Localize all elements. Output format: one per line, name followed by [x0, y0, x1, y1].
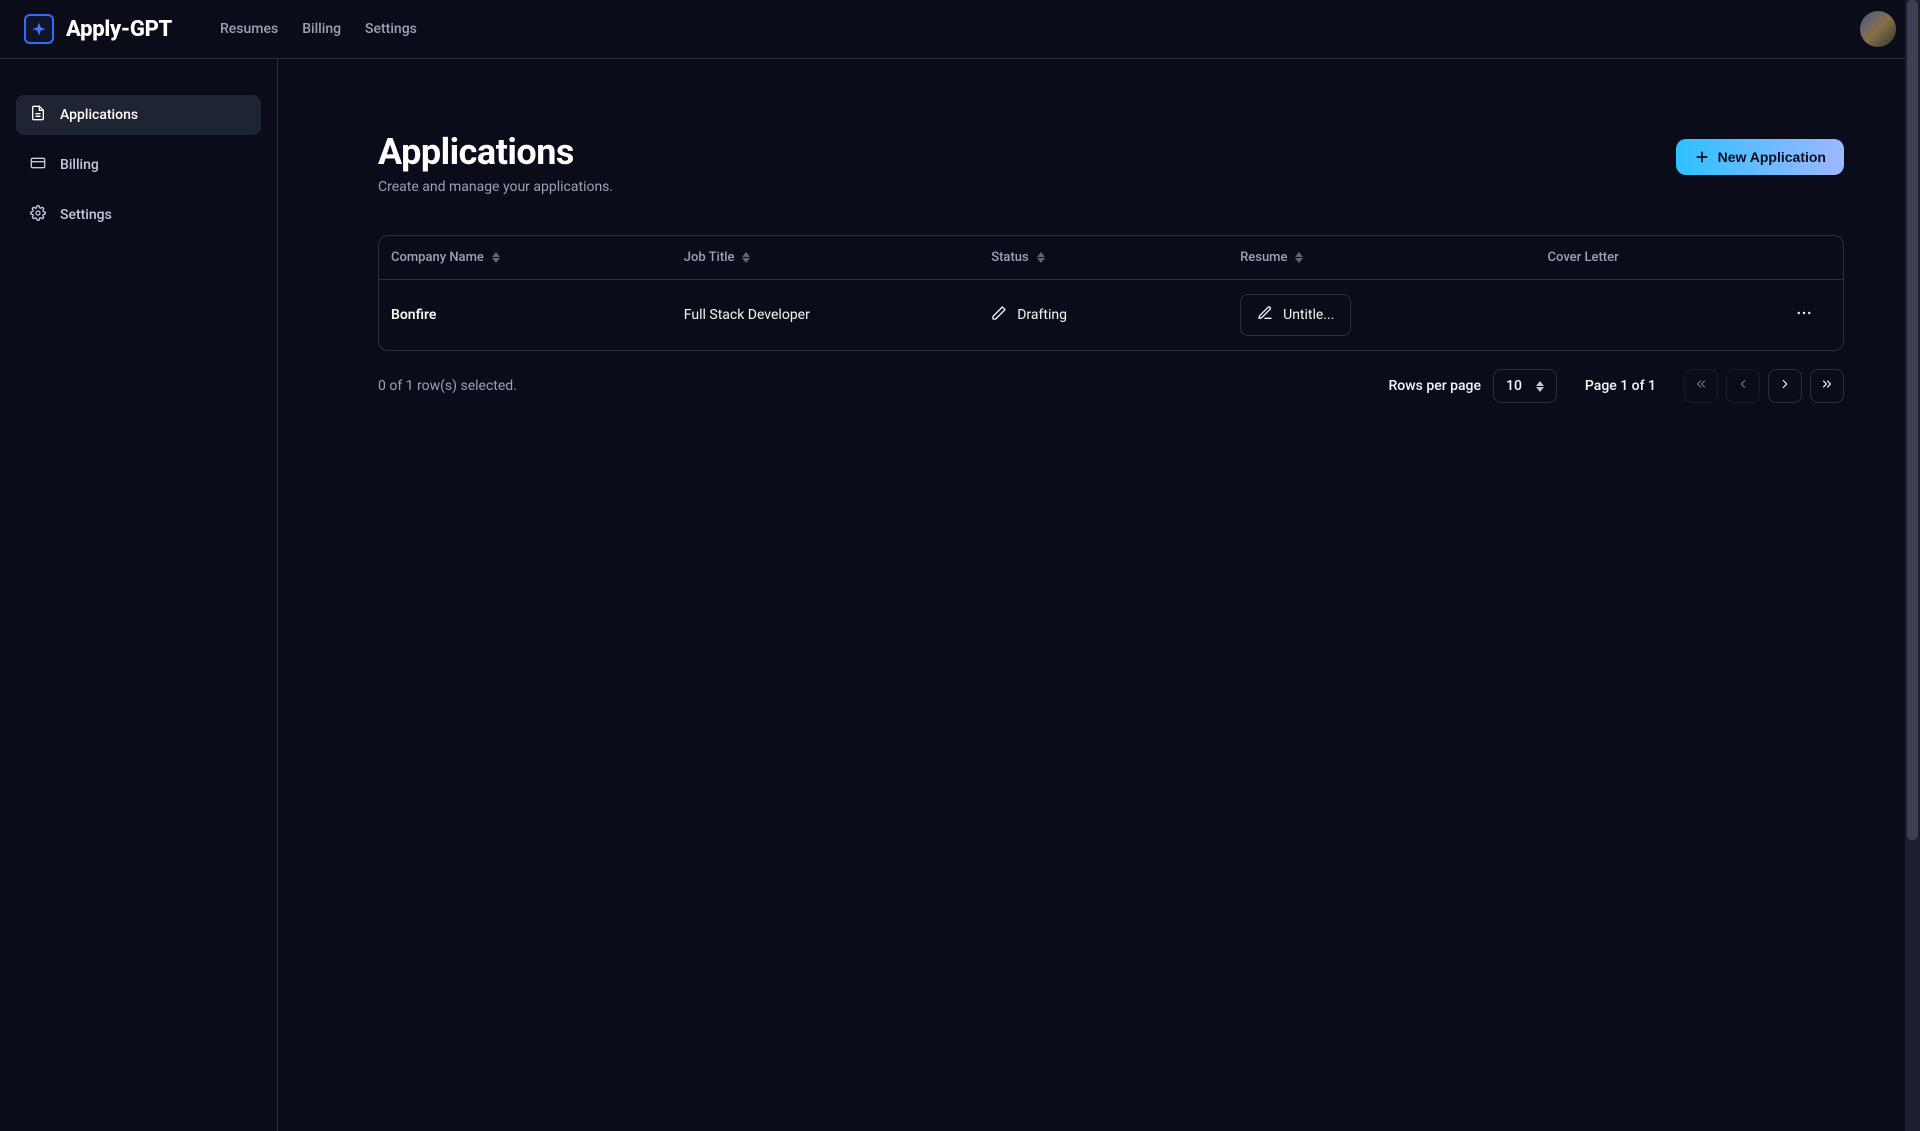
nav-link-billing[interactable]: Billing	[302, 21, 341, 37]
table-row[interactable]: Bonfire Full Stack Developer	[379, 280, 1843, 351]
cell-job-title: Full Stack Developer	[684, 307, 810, 323]
sidebar-item-settings[interactable]: Settings	[16, 195, 261, 235]
credit-card-icon	[30, 155, 46, 175]
cell-status: Drafting	[991, 305, 1067, 325]
rows-per-page: Rows per page 10	[1389, 369, 1557, 403]
pager-first-button[interactable]	[1684, 369, 1718, 403]
sort-icon	[1037, 252, 1045, 263]
top-nav: Apply-GPT Resumes Billing Settings	[0, 0, 1920, 59]
rows-per-page-value: 10	[1506, 378, 1522, 394]
status-label: Drafting	[1017, 307, 1067, 323]
column-header-label: Cover Letter	[1548, 250, 1619, 265]
nav-link-resumes[interactable]: Resumes	[220, 21, 278, 37]
pager-next-button[interactable]	[1768, 369, 1802, 403]
page-header: Applications Create and manage your appl…	[378, 131, 1844, 195]
pager	[1684, 369, 1844, 403]
column-header-resume[interactable]: Resume	[1240, 250, 1303, 265]
pager-last-button[interactable]	[1810, 369, 1844, 403]
scrollbar-track[interactable]	[1905, 0, 1920, 1131]
sidebar-item-applications[interactable]: Applications	[16, 95, 261, 135]
rows-per-page-select[interactable]: 10	[1493, 369, 1557, 403]
gear-icon	[30, 205, 46, 225]
rows-per-page-label: Rows per page	[1389, 378, 1481, 394]
chevron-left-icon	[1736, 377, 1750, 395]
resume-label: Untitle...	[1283, 307, 1334, 323]
page-subtitle: Create and manage your applications.	[378, 179, 613, 195]
column-header-label: Status	[991, 250, 1028, 265]
pager-prev-button[interactable]	[1726, 369, 1760, 403]
page-title: Applications	[378, 131, 613, 173]
nav-link-settings[interactable]: Settings	[365, 21, 417, 37]
avatar[interactable]	[1860, 11, 1896, 47]
new-application-button[interactable]: New Application	[1676, 139, 1844, 175]
plus-icon	[1694, 149, 1710, 165]
scrollbar-thumb[interactable]	[1907, 0, 1918, 840]
layout: Applications Billing Settings	[0, 59, 1920, 1131]
sidebar-item-label: Applications	[60, 107, 138, 123]
chevrons-right-icon	[1820, 377, 1834, 395]
brand[interactable]: Apply-GPT	[24, 14, 172, 44]
cell-company: Bonfire	[391, 307, 436, 323]
sidebar-item-billing[interactable]: Billing	[16, 145, 261, 185]
table-footer: 0 of 1 row(s) selected. Rows per page 10…	[378, 369, 1844, 403]
footer-right: Rows per page 10 Page 1 of 1	[1389, 369, 1845, 403]
top-nav-left: Apply-GPT Resumes Billing Settings	[24, 14, 417, 44]
column-header-cover-letter: Cover Letter	[1548, 250, 1619, 265]
pencil-icon	[991, 305, 1007, 325]
more-horizontal-icon	[1795, 304, 1813, 326]
sort-icon	[742, 252, 750, 263]
sort-icon	[1295, 252, 1303, 263]
brand-name: Apply-GPT	[66, 17, 172, 42]
sidebar-item-label: Billing	[60, 157, 99, 173]
column-header-company[interactable]: Company Name	[391, 250, 500, 265]
chevron-right-icon	[1778, 377, 1792, 395]
selection-info: 0 of 1 row(s) selected.	[378, 378, 517, 394]
new-application-label: New Application	[1718, 149, 1826, 165]
file-text-icon	[30, 105, 46, 125]
column-header-label: Resume	[1240, 250, 1287, 265]
sort-icon	[492, 252, 500, 263]
row-more-button[interactable]	[1795, 304, 1813, 326]
document-edit-icon	[1257, 305, 1273, 325]
page-heading-block: Applications Create and manage your appl…	[378, 131, 613, 195]
column-header-job-title[interactable]: Job Title	[684, 250, 751, 265]
page-info: Page 1 of 1	[1585, 378, 1656, 394]
main: Applications Create and manage your appl…	[278, 59, 1920, 1131]
chevrons-left-icon	[1694, 377, 1708, 395]
select-caret-icon	[1536, 381, 1544, 392]
sidebar: Applications Billing Settings	[0, 59, 278, 1131]
brand-logo-icon	[24, 14, 54, 44]
sidebar-item-label: Settings	[60, 207, 112, 223]
column-header-label: Job Title	[684, 250, 735, 265]
column-header-status[interactable]: Status	[991, 250, 1044, 265]
resume-pill[interactable]: Untitle...	[1240, 294, 1351, 336]
column-header-label: Company Name	[391, 250, 484, 265]
applications-table: Company Name Job Title	[378, 235, 1844, 351]
top-nav-links: Resumes Billing Settings	[220, 21, 417, 37]
